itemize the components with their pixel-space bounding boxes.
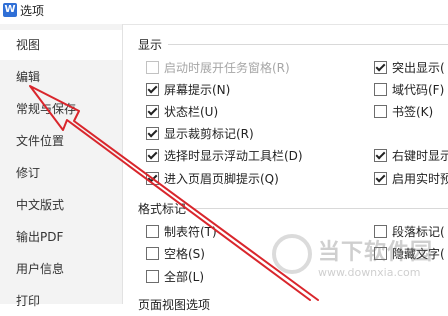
checkbox[interactable] [374, 105, 387, 118]
sidebar-item-export-pdf[interactable]: 输出PDF [0, 222, 122, 252]
display-section-title: 显示 [138, 38, 163, 52]
sidebar-item-edit[interactable]: 编辑 [0, 62, 122, 92]
checkbox[interactable] [146, 270, 159, 283]
display-section-divider [168, 44, 448, 45]
watermark-text: 当下软件园 [318, 240, 434, 265]
checkbox[interactable] [146, 225, 159, 238]
sidebar-item-general-save[interactable]: 常规与保存 [0, 94, 122, 124]
sidebar-item-view[interactable]: 视图 [0, 30, 122, 60]
format-marks-section-title: 格式标记 [138, 202, 187, 216]
wps-writer-icon: W [3, 3, 17, 17]
checkbox[interactable] [146, 247, 159, 260]
format-marks-section-divider [193, 208, 448, 209]
sidebar-item-print[interactable]: 打印 [0, 286, 122, 316]
checkbox[interactable] [146, 149, 159, 162]
watermark-logo-icon [272, 234, 312, 274]
page-view-section-title: 页面视图选项 [138, 298, 211, 312]
checkbox[interactable] [146, 105, 159, 118]
checkbox[interactable] [146, 127, 159, 140]
options-sidebar: 视图 编辑 常规与保存 文件位置 修订 中文版式 输出PDF 用户信息 打印 [0, 24, 123, 308]
watermark: 当下软件园 www.downxia.com [272, 230, 448, 296]
checkbox[interactable] [374, 149, 387, 162]
title-bar: W 选项 [0, 0, 448, 25]
checkbox[interactable] [374, 61, 387, 74]
window-title: 选项 [20, 4, 45, 18]
checkbox[interactable] [374, 83, 387, 96]
checkbox[interactable] [146, 172, 159, 185]
sidebar-item-revisions[interactable]: 修订 [0, 158, 122, 188]
sidebar-item-file-locations[interactable]: 文件位置 [0, 126, 122, 156]
checkbox[interactable] [146, 83, 159, 96]
checkbox[interactable] [374, 172, 387, 185]
sidebar-item-user-info[interactable]: 用户信息 [0, 254, 122, 284]
sidebar-item-chinese-layout[interactable]: 中文版式 [0, 190, 122, 220]
checkbox [146, 61, 159, 74]
watermark-url: www.downxia.com [318, 266, 421, 279]
